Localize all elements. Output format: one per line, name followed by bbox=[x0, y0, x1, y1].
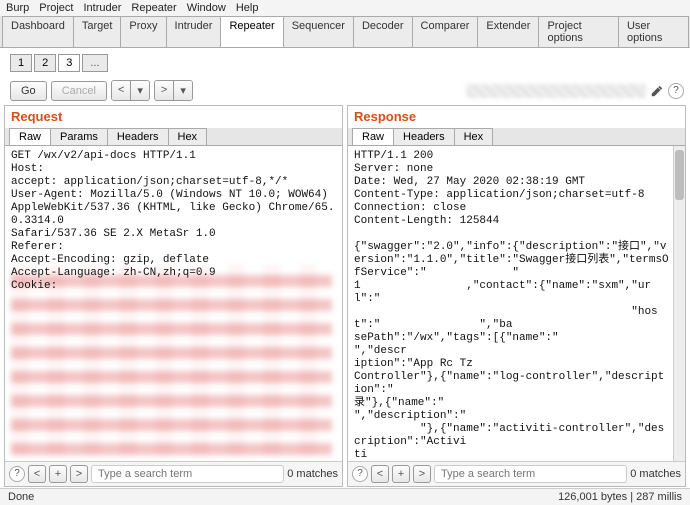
history-forward-button[interactable]: > bbox=[155, 81, 173, 100]
response-options-icon[interactable]: + bbox=[392, 465, 410, 483]
menu-intruder[interactable]: Intruder bbox=[84, 2, 122, 14]
request-options-icon[interactable]: + bbox=[49, 465, 67, 483]
request-response-split: Request Raw Params Headers Hex GET /wx/v… bbox=[4, 105, 686, 487]
menu-help[interactable]: Help bbox=[236, 2, 259, 14]
request-search-input[interactable] bbox=[91, 465, 284, 483]
repeater-tab-3[interactable]: 3 bbox=[58, 54, 80, 72]
response-tab-headers[interactable]: Headers bbox=[393, 128, 455, 145]
help-icon[interactable]: ? bbox=[668, 83, 684, 99]
response-subtabs: Raw Headers Hex bbox=[348, 128, 685, 146]
response-pane: Response Raw Headers Hex HTTP/1.1 200 Se… bbox=[347, 105, 686, 487]
request-tab-params[interactable]: Params bbox=[50, 128, 108, 145]
repeater-tab-1[interactable]: 1 bbox=[10, 54, 32, 72]
target-display[interactable] bbox=[466, 84, 646, 98]
request-pane: Request Raw Params Headers Hex GET /wx/v… bbox=[4, 105, 343, 487]
response-search-next[interactable]: > bbox=[413, 465, 431, 483]
status-bar: Done 126,001 bytes | 287 millis bbox=[0, 488, 690, 505]
response-help-icon[interactable]: ? bbox=[352, 466, 368, 482]
tab-intruder[interactable]: Intruder bbox=[166, 16, 222, 47]
tab-project-options[interactable]: Project options bbox=[538, 16, 619, 47]
request-title: Request bbox=[5, 106, 342, 128]
go-button[interactable]: Go bbox=[10, 81, 47, 101]
status-left: Done bbox=[8, 491, 34, 503]
history-forward-group: > ▾ bbox=[154, 80, 193, 101]
history-forward-dropdown[interactable]: ▾ bbox=[173, 81, 192, 100]
request-tab-raw[interactable]: Raw bbox=[9, 128, 51, 145]
request-search-prev[interactable]: < bbox=[28, 465, 46, 483]
menu-burp[interactable]: Burp bbox=[6, 2, 29, 14]
response-tab-hex[interactable]: Hex bbox=[454, 128, 494, 145]
response-search-prev[interactable]: < bbox=[371, 465, 389, 483]
response-tab-raw[interactable]: Raw bbox=[352, 128, 394, 145]
history-back-group: < ▾ bbox=[111, 80, 150, 101]
repeater-toolbar: Go Cancel < ▾ > ▾ ? bbox=[10, 80, 684, 101]
response-match-count: 0 matches bbox=[630, 468, 681, 480]
tab-proxy[interactable]: Proxy bbox=[120, 16, 166, 47]
request-editor[interactable]: GET /wx/v2/api-docs HTTP/1.1 Host: accep… bbox=[5, 146, 342, 461]
tab-dashboard[interactable]: Dashboard bbox=[2, 16, 74, 47]
tab-user-options[interactable]: User options bbox=[618, 16, 689, 47]
response-editor[interactable]: HTTP/1.1 200 Server: none Date: Wed, 27 … bbox=[348, 146, 685, 461]
repeater-tab-2[interactable]: 2 bbox=[34, 54, 56, 72]
target-edit-icon[interactable] bbox=[650, 84, 664, 98]
menu-window[interactable]: Window bbox=[187, 2, 226, 14]
status-right: 126,001 bytes | 287 millis bbox=[558, 491, 682, 503]
request-tab-headers[interactable]: Headers bbox=[107, 128, 169, 145]
request-subtabs: Raw Params Headers Hex bbox=[5, 128, 342, 146]
response-search-bar: ? < + > 0 matches bbox=[348, 461, 685, 486]
response-scrollbar[interactable] bbox=[673, 146, 685, 461]
tab-target[interactable]: Target bbox=[73, 16, 122, 47]
repeater-session-tabs: 1 2 3 ... bbox=[10, 54, 690, 72]
tab-extender[interactable]: Extender bbox=[477, 16, 539, 47]
menu-project[interactable]: Project bbox=[39, 2, 73, 14]
repeater-tab-more[interactable]: ... bbox=[82, 54, 107, 72]
menubar: Burp Project Intruder Repeater Window He… bbox=[0, 0, 690, 16]
request-match-count: 0 matches bbox=[287, 468, 338, 480]
tab-decoder[interactable]: Decoder bbox=[353, 16, 413, 47]
request-search-next[interactable]: > bbox=[70, 465, 88, 483]
history-back-dropdown[interactable]: ▾ bbox=[130, 81, 149, 100]
tab-repeater[interactable]: Repeater bbox=[220, 16, 283, 47]
request-tab-hex[interactable]: Hex bbox=[168, 128, 208, 145]
menu-repeater[interactable]: Repeater bbox=[131, 2, 176, 14]
response-search-input[interactable] bbox=[434, 465, 627, 483]
tab-sequencer[interactable]: Sequencer bbox=[283, 16, 354, 47]
request-search-bar: ? < + > 0 matches bbox=[5, 461, 342, 486]
cancel-button[interactable]: Cancel bbox=[51, 81, 107, 101]
response-title: Response bbox=[348, 106, 685, 128]
tab-comparer[interactable]: Comparer bbox=[412, 16, 479, 47]
request-help-icon[interactable]: ? bbox=[9, 466, 25, 482]
history-back-button[interactable]: < bbox=[112, 81, 130, 100]
main-tabs: Dashboard Target Proxy Intruder Repeater… bbox=[0, 16, 690, 48]
